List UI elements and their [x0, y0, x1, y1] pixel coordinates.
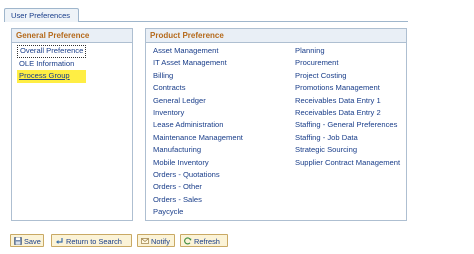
- tab-user-preferences[interactable]: User Preferences: [4, 8, 79, 22]
- link-orders-quotations[interactable]: Orders - Quotations: [153, 169, 243, 181]
- link-orders-sales[interactable]: Orders - Sales: [153, 194, 243, 206]
- link-maintenance-management[interactable]: Maintenance Management: [153, 132, 243, 144]
- notify-icon: [141, 238, 149, 244]
- tab-divider: [79, 21, 408, 22]
- general-preference-title: General Preference: [16, 31, 90, 40]
- link-project-costing[interactable]: Project Costing: [295, 70, 400, 82]
- link-receivables-data-entry-1[interactable]: Receivables Data Entry 1: [295, 95, 400, 107]
- link-promotions-management[interactable]: Promotions Management: [295, 82, 400, 94]
- refresh-icon: [184, 237, 192, 245]
- return-icon: [56, 238, 63, 244]
- link-paycycle[interactable]: Paycycle: [153, 206, 243, 218]
- general-preference-panel: General Preference Overall Preference OL…: [11, 28, 133, 221]
- product-preference-title: Product Preference: [150, 31, 224, 40]
- product-preference-column-1: Asset Management IT Asset Management Billi…: [153, 45, 243, 218]
- link-contracts[interactable]: Contracts: [153, 82, 243, 94]
- return-to-search-button[interactable]: Return to Search: [51, 234, 132, 247]
- product-preference-panel: Product Preference Asset Management IT As…: [145, 28, 407, 221]
- general-preference-list: Overall Preference OLE Information Proce…: [17, 45, 87, 83]
- link-lease-administration[interactable]: Lease Administration: [153, 119, 243, 131]
- link-procurement[interactable]: Procurement: [295, 57, 400, 69]
- link-it-asset-management[interactable]: IT Asset Management: [153, 57, 243, 69]
- link-overall-preference[interactable]: Overall Preference: [17, 45, 87, 58]
- refresh-label: Refresh: [194, 236, 220, 246]
- link-asset-management[interactable]: Asset Management: [153, 45, 243, 57]
- link-orders-other[interactable]: Orders - Other: [153, 181, 243, 193]
- general-preference-header: General Preference: [12, 29, 132, 43]
- link-mobile-inventory[interactable]: Mobile Inventory: [153, 157, 243, 169]
- link-billing[interactable]: Billing: [153, 70, 243, 82]
- link-general-ledger[interactable]: General Ledger: [153, 95, 243, 107]
- notify-label: Notify: [151, 236, 170, 246]
- refresh-button[interactable]: Refresh: [180, 234, 228, 247]
- save-icon: [14, 237, 22, 245]
- tab-label: User Preferences: [11, 11, 71, 20]
- save-button[interactable]: Save: [10, 234, 44, 247]
- link-receivables-data-entry-2[interactable]: Receivables Data Entry 2: [295, 107, 400, 119]
- link-ole-information[interactable]: OLE Information: [17, 58, 86, 71]
- link-staffing-job-data[interactable]: Staffing - Job Data: [295, 132, 400, 144]
- product-preference-column-2: Planning Procurement Project Costing Promot…: [295, 45, 400, 169]
- link-staffing-general-preferences[interactable]: Staffing - General Preferences: [295, 119, 400, 131]
- save-label: Save: [24, 236, 41, 246]
- link-planning[interactable]: Planning: [295, 45, 400, 57]
- return-to-search-label: Return to Search: [66, 236, 122, 246]
- link-process-group[interactable]: Process Group: [17, 70, 87, 83]
- link-strategic-sourcing[interactable]: Strategic Sourcing: [295, 144, 400, 156]
- link-inventory[interactable]: Inventory: [153, 107, 243, 119]
- notify-button[interactable]: Notify: [137, 234, 175, 247]
- product-preference-header: Product Preference: [146, 29, 406, 43]
- link-manufacturing[interactable]: Manufacturing: [153, 144, 243, 156]
- link-supplier-contract-management[interactable]: Supplier Contract Management: [295, 157, 400, 169]
